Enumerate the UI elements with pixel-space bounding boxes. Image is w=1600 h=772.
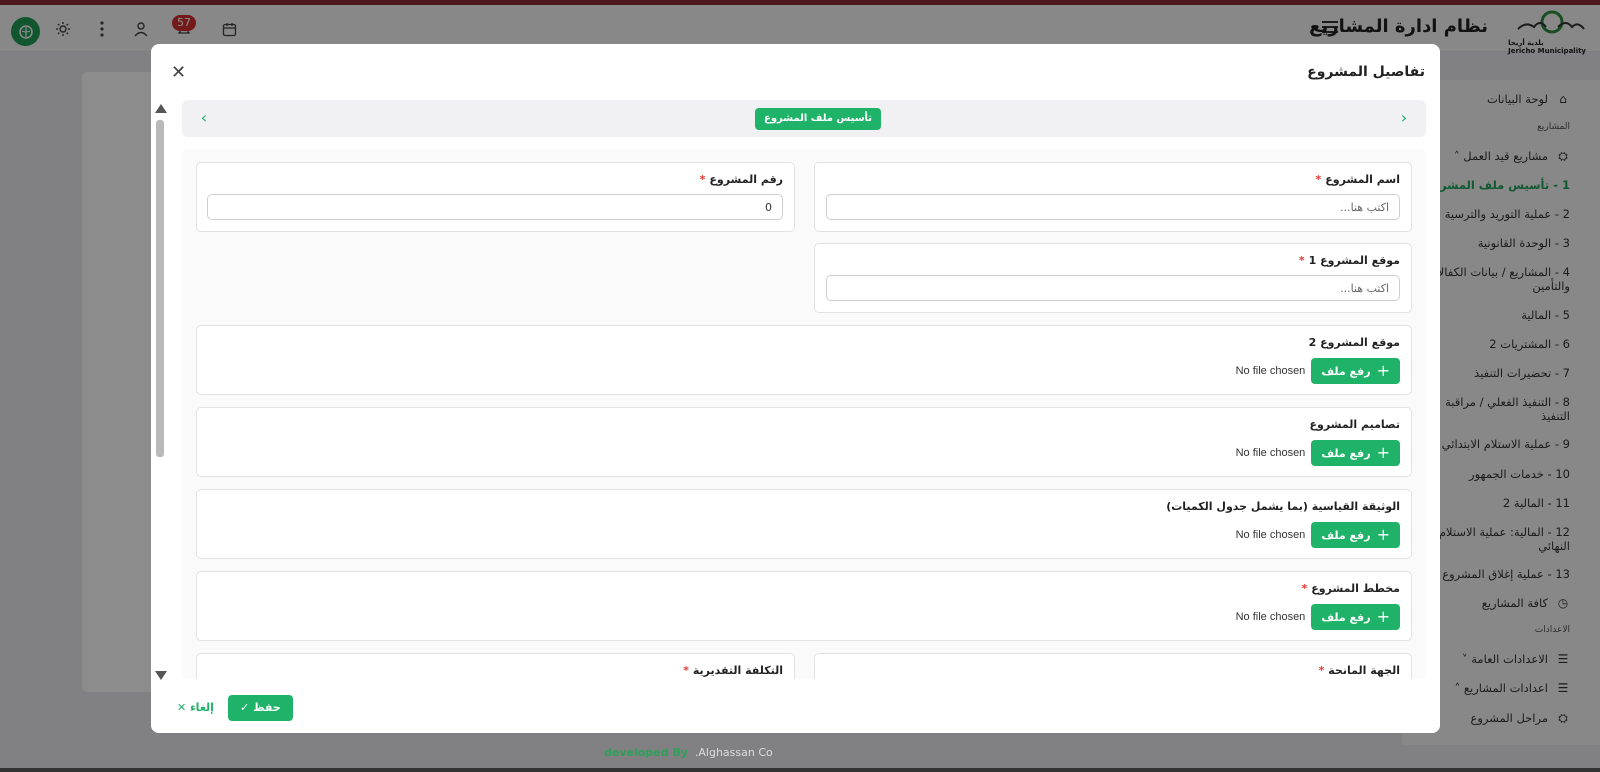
donor-field: الجهة المانحة* [814, 653, 1412, 679]
check-icon: ✓ [240, 701, 250, 714]
modal-footer: حفظ ✓ إلغاء ✕ [151, 683, 1440, 733]
plus-icon: + [1376, 361, 1390, 380]
no-file-chosen-text: No file chosen [1235, 611, 1306, 623]
upload-button-label: رفع ملف [1321, 610, 1371, 624]
close-icon: ✕ [177, 701, 187, 714]
project-details-modal: تفاصيل المشروع ✕ ‹ تأسيس ملف المشروع › ا… [151, 44, 1440, 733]
footer-company[interactable]: .Alghassan Co [695, 746, 773, 759]
field-label-text: مخطط المشروع [1311, 582, 1400, 595]
chevron-left-icon[interactable]: ‹ [194, 108, 214, 128]
upload-row: + رفع ملف No file chosen [1236, 358, 1400, 384]
project-name-field: اسم المشروع* [814, 162, 1412, 232]
project-number-field: رقم المشروع* [196, 162, 795, 232]
field-label-text: رقم المشروع [709, 173, 783, 186]
field-label: موقع المشروع 1* [1299, 254, 1400, 267]
upload-file-button[interactable]: + رفع ملف [1311, 522, 1400, 548]
chevron-right-icon[interactable]: › [1394, 108, 1414, 128]
upload-row: + رفع ملف No file chosen [1236, 440, 1400, 466]
upload-file-button[interactable]: + رفع ملف [1311, 440, 1400, 466]
no-file-chosen-text: No file chosen [1235, 529, 1306, 541]
project-number-input[interactable] [207, 194, 783, 220]
field-label: الجهة المانحة* [1319, 664, 1401, 677]
save-button[interactable]: حفظ ✓ [228, 695, 293, 721]
scrollbar-thumb[interactable] [156, 120, 164, 457]
cancel-button[interactable]: إلغاء ✕ [171, 695, 220, 721]
required-asterisk: * [1298, 254, 1305, 267]
close-icon[interactable]: ✕ [171, 62, 186, 83]
field-label-text: اسم المشروع [1325, 173, 1400, 186]
modal-scrollbar[interactable] [155, 104, 167, 680]
project-plan-field: مخطط المشروع* + رفع ملف No file chosen [196, 571, 1412, 641]
scroll-up-arrow[interactable] [155, 104, 167, 113]
field-label: موقع المشروع 2 [1308, 336, 1400, 349]
required-asterisk: * [1315, 173, 1322, 186]
plus-icon: + [1376, 443, 1390, 462]
save-button-label: حفظ [253, 701, 281, 714]
project-form: اسم المشروع* رقم المشروع* موقع المشروع 1… [182, 149, 1426, 679]
modal-title: تفاصيل المشروع [1307, 64, 1425, 80]
project-name-input[interactable] [826, 194, 1400, 220]
project-location-1-field: موقع المشروع 1* [814, 243, 1412, 313]
plus-icon: + [1376, 607, 1390, 626]
no-file-chosen-text: No file chosen [1235, 447, 1306, 459]
active-step-chip[interactable]: تأسيس ملف المشروع [755, 108, 882, 130]
upload-file-button[interactable]: + رفع ملف [1311, 358, 1400, 384]
upload-row: + رفع ملف No file chosen [1236, 604, 1400, 630]
scroll-down-arrow[interactable] [155, 671, 167, 680]
field-label: اسم المشروع* [1316, 173, 1400, 186]
upload-file-button[interactable]: + رفع ملف [1311, 604, 1400, 630]
bottom-bar [0, 768, 1600, 772]
footer-credit: developed By .Alghassan Co [604, 746, 773, 759]
upload-row: + رفع ملف No file chosen [1236, 522, 1400, 548]
field-label: مخطط المشروع* [1302, 582, 1401, 595]
upload-button-label: رفع ملف [1321, 528, 1371, 542]
required-asterisk: * [1318, 664, 1325, 677]
required-asterisk: * [1301, 582, 1308, 595]
field-label-text: موقع المشروع 1 [1308, 254, 1400, 267]
survey-document-field: الوثيقة القياسية (بما يشمل جدول الكميات)… [196, 489, 1412, 559]
project-designs-field: تصاميم المشروع + رفع ملف No file chosen [196, 407, 1412, 477]
required-asterisk: * [699, 173, 706, 186]
step-navigator: ‹ تأسيس ملف المشروع › [182, 100, 1426, 137]
footer-developed-by: developed By [604, 746, 688, 759]
project-location-2-field: موقع المشروع 2 + رفع ملف No file chosen [196, 325, 1412, 395]
field-label: التكلفة التقديرية* [683, 664, 783, 677]
field-label-text: التكلفة التقديرية [692, 664, 783, 677]
estimated-cost-field: التكلفة التقديرية* [196, 653, 795, 679]
field-label: رقم المشروع* [700, 173, 783, 186]
plus-icon: + [1376, 525, 1390, 544]
field-label: تصاميم المشروع [1309, 418, 1400, 431]
project-location-1-input[interactable] [826, 275, 1400, 301]
upload-button-label: رفع ملف [1321, 446, 1371, 460]
upload-button-label: رفع ملف [1321, 364, 1371, 378]
field-label-text: الجهة المانحة [1328, 664, 1400, 677]
cancel-button-label: إلغاء [190, 701, 214, 714]
field-label: الوثيقة القياسية (بما يشمل جدول الكميات) [1166, 500, 1400, 513]
required-asterisk: * [683, 664, 689, 677]
no-file-chosen-text: No file chosen [1235, 365, 1306, 377]
